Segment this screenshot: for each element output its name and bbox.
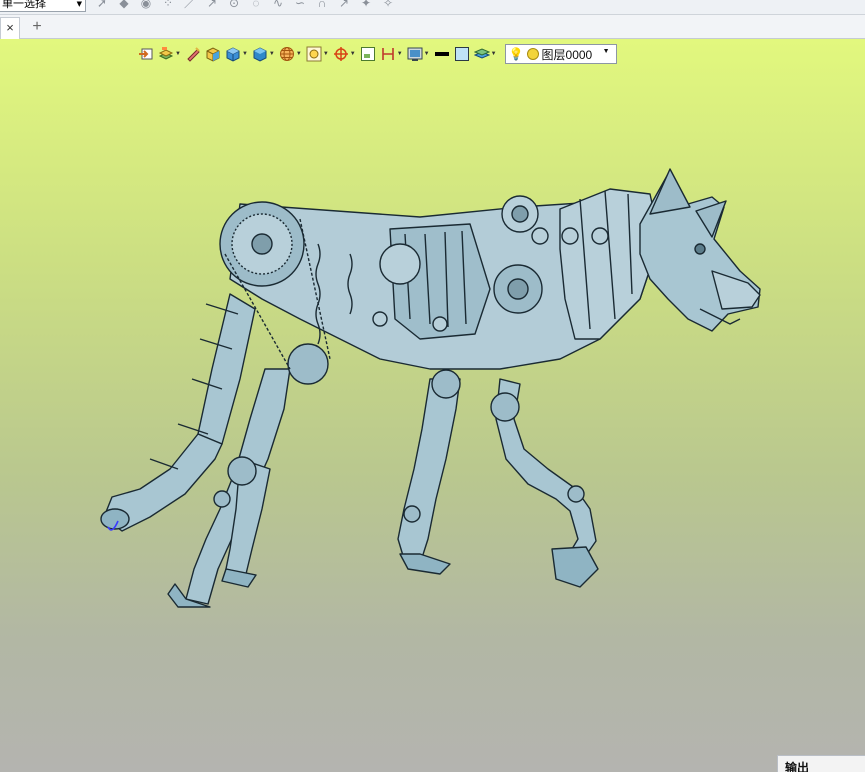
line-point-icon[interactable]: ↗ xyxy=(204,0,220,10)
wolf-eye xyxy=(694,243,706,255)
spline-icon[interactable]: ∿ xyxy=(270,0,286,10)
cylinder-wheel xyxy=(379,243,421,285)
top-toolbar: 单一选择 ▼ ➚ ◆ ◉ ⁘ ／ ↗ ⊙ ◌ ∿ ∽ ∩ ↗ ✦ ✧ xyxy=(0,0,865,15)
arc-icon[interactable]: ◌ xyxy=(248,0,264,10)
shape-a-icon[interactable]: ✦ xyxy=(358,0,374,10)
robot-wolf-model[interactable] xyxy=(0,39,865,772)
gear-lower xyxy=(287,343,329,385)
front-leg-left xyxy=(397,378,461,565)
solid-icon[interactable]: ◆ xyxy=(116,0,132,10)
selection-filter-select[interactable]: 单一选择 ▼ xyxy=(0,0,86,12)
output-panel-tab[interactable]: 输出 xyxy=(777,755,865,772)
chevron-down-icon: ▼ xyxy=(76,0,82,8)
circle-point-icon[interactable]: ⊙ xyxy=(226,0,242,10)
selection-filter-value: 单一选择 xyxy=(2,0,46,10)
rear-leg-upper xyxy=(197,293,256,445)
line-icon[interactable]: ／ xyxy=(182,0,198,10)
play-icon[interactable]: ◉ xyxy=(138,0,154,10)
graphics-viewport[interactable]: ▼ ▼ ▼ ▼ ▼ ▼ ▼ ▼ ▼ 💡 图层0000 ▼ 输出 xyxy=(0,39,865,772)
close-icon: × xyxy=(6,20,14,35)
close-tab-button[interactable]: × xyxy=(0,17,20,39)
shape-b-icon[interactable]: ✧ xyxy=(380,0,396,10)
pointer-icon[interactable]: ➚ xyxy=(94,0,110,10)
top-icon-row: ➚ ◆ ◉ ⁘ ／ ↗ ⊙ ◌ ∿ ∽ ∩ ↗ ✦ ✧ xyxy=(94,0,396,10)
add-tab-button[interactable]: + xyxy=(28,17,46,37)
plus-icon: + xyxy=(32,18,42,35)
sketch-icon[interactable]: ↗ xyxy=(336,0,352,10)
point-icon[interactable]: ⁘ xyxy=(160,0,176,10)
document-tab-bar: × + xyxy=(0,15,865,39)
curve-icon[interactable]: ∽ xyxy=(292,0,308,10)
arch-icon[interactable]: ∩ xyxy=(314,0,330,10)
wolf-ear-left xyxy=(649,168,691,215)
output-panel-title: 输出 xyxy=(785,761,810,772)
